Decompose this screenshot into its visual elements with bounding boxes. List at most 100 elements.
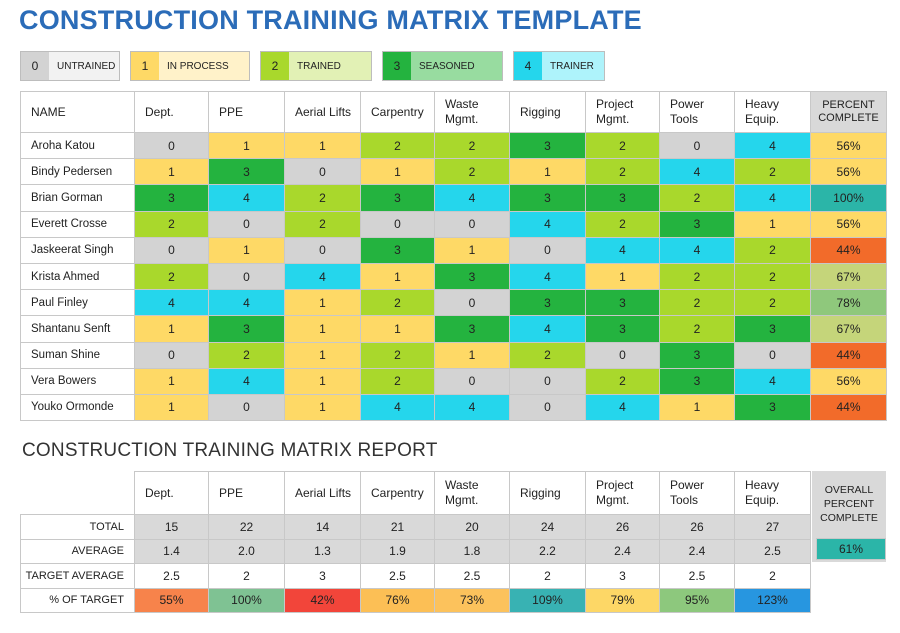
skill-level-cell[interactable]: 1 bbox=[434, 236, 510, 264]
skill-level-cell[interactable]: 2 bbox=[734, 236, 811, 264]
skill-level-cell[interactable]: 4 bbox=[734, 184, 811, 212]
skill-level-cell[interactable]: 2 bbox=[434, 131, 510, 160]
skill-level-cell[interactable]: 0 bbox=[509, 367, 586, 395]
skill-level-cell[interactable]: 1 bbox=[134, 158, 209, 186]
skill-level-cell[interactable]: 3 bbox=[208, 315, 285, 343]
skill-level-cell[interactable]: 2 bbox=[360, 367, 435, 395]
skill-level-cell[interactable]: 2 bbox=[659, 289, 735, 317]
skill-level-cell[interactable]: 4 bbox=[360, 393, 435, 422]
skill-level-cell[interactable]: 4 bbox=[659, 236, 735, 264]
skill-level-cell[interactable]: 2 bbox=[659, 262, 735, 291]
skill-level-cell[interactable]: 2 bbox=[284, 210, 361, 238]
skill-level-cell[interactable]: 3 bbox=[585, 184, 660, 212]
skill-level-cell[interactable]: 3 bbox=[509, 131, 586, 160]
skill-level-cell[interactable]: 4 bbox=[284, 262, 361, 291]
skill-level-cell[interactable]: 4 bbox=[434, 184, 510, 212]
skill-level-cell[interactable]: 2 bbox=[659, 315, 735, 343]
skill-level-cell[interactable]: 2 bbox=[284, 184, 361, 212]
skill-level-cell[interactable]: 3 bbox=[434, 262, 510, 291]
skill-level-cell[interactable]: 0 bbox=[734, 341, 811, 369]
skill-level-cell[interactable]: 4 bbox=[734, 131, 811, 160]
skill-level-cell[interactable]: 1 bbox=[284, 131, 361, 160]
skill-level-cell[interactable]: 1 bbox=[208, 236, 285, 264]
skill-level-cell[interactable]: 4 bbox=[509, 262, 586, 291]
skill-level-cell[interactable]: 2 bbox=[134, 210, 209, 238]
skill-level-cell[interactable]: 0 bbox=[208, 210, 285, 238]
skill-level-cell[interactable]: 1 bbox=[360, 315, 435, 343]
skill-level-cell[interactable]: 0 bbox=[208, 393, 285, 422]
skill-level-cell[interactable]: 2 bbox=[208, 341, 285, 369]
report-value-cell: 2.5 bbox=[134, 563, 209, 589]
skill-level-cell[interactable]: 1 bbox=[284, 315, 361, 343]
skill-level-cell[interactable]: 1 bbox=[360, 262, 435, 291]
skill-level-cell[interactable]: 2 bbox=[659, 184, 735, 212]
skill-level-cell[interactable]: 0 bbox=[585, 341, 660, 369]
skill-level-cell[interactable]: 3 bbox=[659, 367, 735, 395]
skill-level-cell[interactable]: 4 bbox=[734, 367, 811, 395]
skill-level-cell[interactable]: 2 bbox=[134, 262, 209, 291]
skill-level-cell[interactable]: 2 bbox=[585, 210, 660, 238]
skill-level-cell[interactable]: 4 bbox=[434, 393, 510, 422]
skill-level-cell[interactable]: 1 bbox=[134, 367, 209, 395]
skill-level-cell[interactable]: 3 bbox=[134, 184, 209, 212]
skill-level-cell[interactable]: 0 bbox=[434, 289, 510, 317]
skill-level-cell[interactable]: 1 bbox=[284, 289, 361, 317]
skill-level-cell[interactable]: 1 bbox=[734, 210, 811, 238]
skill-level-cell[interactable]: 1 bbox=[585, 262, 660, 291]
skill-level-cell[interactable]: 0 bbox=[659, 131, 735, 160]
skill-level-cell[interactable]: 4 bbox=[208, 367, 285, 395]
skill-level-cell[interactable]: 3 bbox=[208, 158, 285, 186]
skill-level-cell[interactable]: 0 bbox=[360, 210, 435, 238]
skill-level-cell[interactable]: 2 bbox=[360, 289, 435, 317]
skill-level-cell[interactable]: 4 bbox=[585, 236, 660, 264]
skill-level-cell[interactable]: 3 bbox=[585, 315, 660, 343]
skill-level-cell[interactable]: 0 bbox=[284, 236, 361, 264]
skill-level-cell[interactable]: 2 bbox=[360, 131, 435, 160]
skill-level-cell[interactable]: 4 bbox=[585, 393, 660, 422]
skill-level-cell[interactable]: 3 bbox=[659, 341, 735, 369]
skill-level-cell[interactable]: 0 bbox=[134, 236, 209, 264]
skill-level-cell[interactable]: 3 bbox=[585, 289, 660, 317]
skill-level-cell[interactable]: 4 bbox=[208, 289, 285, 317]
skill-level-cell[interactable]: 2 bbox=[509, 341, 586, 369]
skill-level-cell[interactable]: 4 bbox=[134, 289, 209, 317]
skill-level-cell[interactable]: 0 bbox=[509, 236, 586, 264]
skill-level-cell[interactable]: 4 bbox=[509, 315, 586, 343]
skill-level-cell[interactable]: 0 bbox=[509, 393, 586, 422]
skill-level-cell[interactable]: 1 bbox=[284, 367, 361, 395]
skill-level-cell[interactable]: 2 bbox=[434, 158, 510, 186]
skill-level-cell[interactable]: 2 bbox=[585, 131, 660, 160]
skill-level-cell[interactable]: 3 bbox=[659, 210, 735, 238]
skill-level-cell[interactable]: 1 bbox=[134, 393, 209, 422]
skill-level-cell[interactable]: 2 bbox=[734, 262, 811, 291]
skill-level-cell[interactable]: 2 bbox=[360, 341, 435, 369]
skill-level-cell[interactable]: 1 bbox=[659, 393, 735, 422]
skill-level-cell[interactable]: 4 bbox=[208, 184, 285, 212]
skill-level-cell[interactable]: 3 bbox=[434, 315, 510, 343]
skill-level-cell[interactable]: 3 bbox=[360, 236, 435, 264]
skill-level-cell[interactable]: 0 bbox=[134, 131, 209, 160]
skill-level-cell[interactable]: 1 bbox=[134, 315, 209, 343]
skill-level-cell[interactable]: 3 bbox=[509, 289, 586, 317]
skill-level-cell[interactable]: 0 bbox=[434, 367, 510, 395]
skill-level-cell[interactable]: 1 bbox=[208, 131, 285, 160]
skill-level-cell[interactable]: 0 bbox=[434, 210, 510, 238]
skill-level-cell[interactable]: 1 bbox=[284, 393, 361, 422]
skill-level-cell[interactable]: 2 bbox=[585, 367, 660, 395]
skill-level-cell[interactable]: 0 bbox=[208, 262, 285, 291]
skill-level-cell[interactable]: 3 bbox=[509, 184, 586, 212]
skill-level-cell[interactable]: 0 bbox=[134, 341, 209, 369]
skill-level-cell[interactable]: 3 bbox=[360, 184, 435, 212]
skill-level-cell[interactable]: 4 bbox=[659, 158, 735, 186]
skill-level-cell[interactable]: 1 bbox=[284, 341, 361, 369]
skill-level-cell[interactable]: 1 bbox=[360, 158, 435, 186]
skill-level-cell[interactable]: 2 bbox=[585, 158, 660, 186]
skill-level-cell[interactable]: 3 bbox=[734, 315, 811, 343]
skill-level-cell[interactable]: 2 bbox=[734, 289, 811, 317]
skill-level-cell[interactable]: 0 bbox=[284, 158, 361, 186]
skill-level-cell[interactable]: 2 bbox=[734, 158, 811, 186]
skill-level-cell[interactable]: 3 bbox=[734, 393, 811, 422]
skill-level-cell[interactable]: 1 bbox=[434, 341, 510, 369]
skill-level-cell[interactable]: 1 bbox=[509, 158, 586, 186]
skill-level-cell[interactable]: 4 bbox=[509, 210, 586, 238]
